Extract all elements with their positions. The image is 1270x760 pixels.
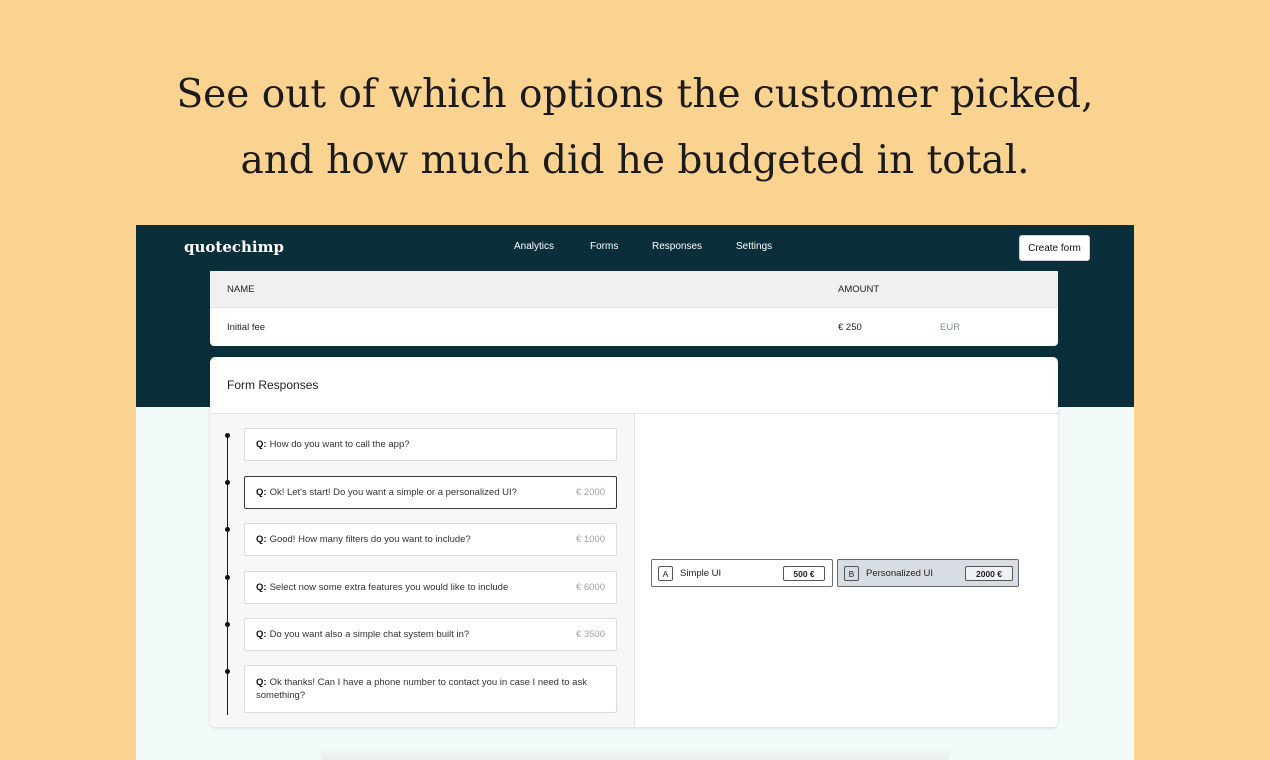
column-header-name: NAME <box>227 284 255 295</box>
nav-settings[interactable]: Settings <box>736 241 772 252</box>
nav-analytics[interactable]: Analytics <box>514 241 554 252</box>
nav-responses[interactable]: Responses <box>652 241 702 252</box>
headline-line-2: and how much did he budgeted in total. <box>240 138 1030 183</box>
form-responses-card: Form Responses Q: How do you want to call… <box>210 357 1058 727</box>
app-window: quotechimp Analytics Forms Responses Set… <box>136 225 1134 760</box>
fees-table-header: NAME AMOUNT <box>210 271 1058 308</box>
question-text: Do you want also a simple chat system bu… <box>269 629 470 640</box>
option-price: 2000 € <box>965 566 1013 581</box>
option-label: Personalized UI <box>866 567 934 579</box>
timeline-dot <box>225 480 230 485</box>
question-amount: € 1000 <box>575 534 605 545</box>
fee-amount: € 250 <box>838 322 862 333</box>
timeline-dot <box>225 622 230 627</box>
question-amount: € 2000 <box>575 487 605 498</box>
timeline-dot <box>225 433 230 438</box>
bottom-card-edge <box>320 747 950 760</box>
timeline-dot <box>225 575 230 580</box>
nav-forms[interactable]: Forms <box>590 241 618 252</box>
option-letter: B <box>844 566 859 581</box>
option-personalized-ui[interactable]: B Personalized UI 2000 € <box>837 559 1019 587</box>
main-nav: Analytics Forms Responses Settings <box>136 241 1134 255</box>
question-text: Ok thanks! Can I have a phone number to … <box>256 677 587 701</box>
fee-name: Initial fee <box>227 322 266 333</box>
option-simple-ui[interactable]: A Simple UI 500 € <box>651 559 833 587</box>
question-item[interactable]: Q: How do you want to call the app? <box>244 428 617 461</box>
question-amount: € 3500 <box>575 629 605 640</box>
question-text: How do you want to call the app? <box>269 439 410 450</box>
headline: See out of which options the customer pi… <box>0 62 1270 194</box>
create-form-button[interactable]: Create form <box>1019 235 1090 261</box>
question-prefix: Q: <box>256 629 267 640</box>
fees-table: NAME AMOUNT Initial fee € 250 EUR <box>210 271 1058 346</box>
option-letter: A <box>658 566 673 581</box>
question-item[interactable]: Q: Good! How many filters do you want to … <box>244 523 617 556</box>
question-text: Select now some extra features you would… <box>269 582 509 593</box>
question-prefix: Q: <box>256 677 267 688</box>
question-prefix: Q: <box>256 534 267 545</box>
form-responses-title: Form Responses <box>227 378 319 392</box>
headline-line-1: See out of which options the customer pi… <box>176 72 1094 117</box>
timeline-dot <box>225 527 230 532</box>
question-item[interactable]: Q: Ok thanks! Can I have a phone number t… <box>244 665 617 713</box>
question-text: Ok! Let's start! Do you want a simple or… <box>269 487 517 498</box>
fee-currency: EUR <box>940 322 961 333</box>
question-prefix: Q: <box>256 582 267 593</box>
question-list: Q: How do you want to call the app? Q: Ok!… <box>210 414 634 727</box>
option-label: Simple UI <box>680 567 722 579</box>
option-price: 500 € <box>783 566 825 581</box>
column-header-amount: AMOUNT <box>838 284 880 295</box>
question-amount: € 6000 <box>575 582 605 593</box>
timeline-dot <box>225 669 230 674</box>
question-text: Good! How many filters do you want to in… <box>269 534 471 545</box>
pane-divider <box>634 414 635 727</box>
question-item[interactable]: Q: Do you want also a simple chat system … <box>244 618 617 651</box>
question-prefix: Q: <box>256 487 267 498</box>
question-item-active[interactable]: Q: Ok! Let's start! Do you want a simple … <box>244 476 617 509</box>
question-prefix: Q: <box>256 439 267 450</box>
question-item[interactable]: Q: Select now some extra features you wou… <box>244 571 617 604</box>
